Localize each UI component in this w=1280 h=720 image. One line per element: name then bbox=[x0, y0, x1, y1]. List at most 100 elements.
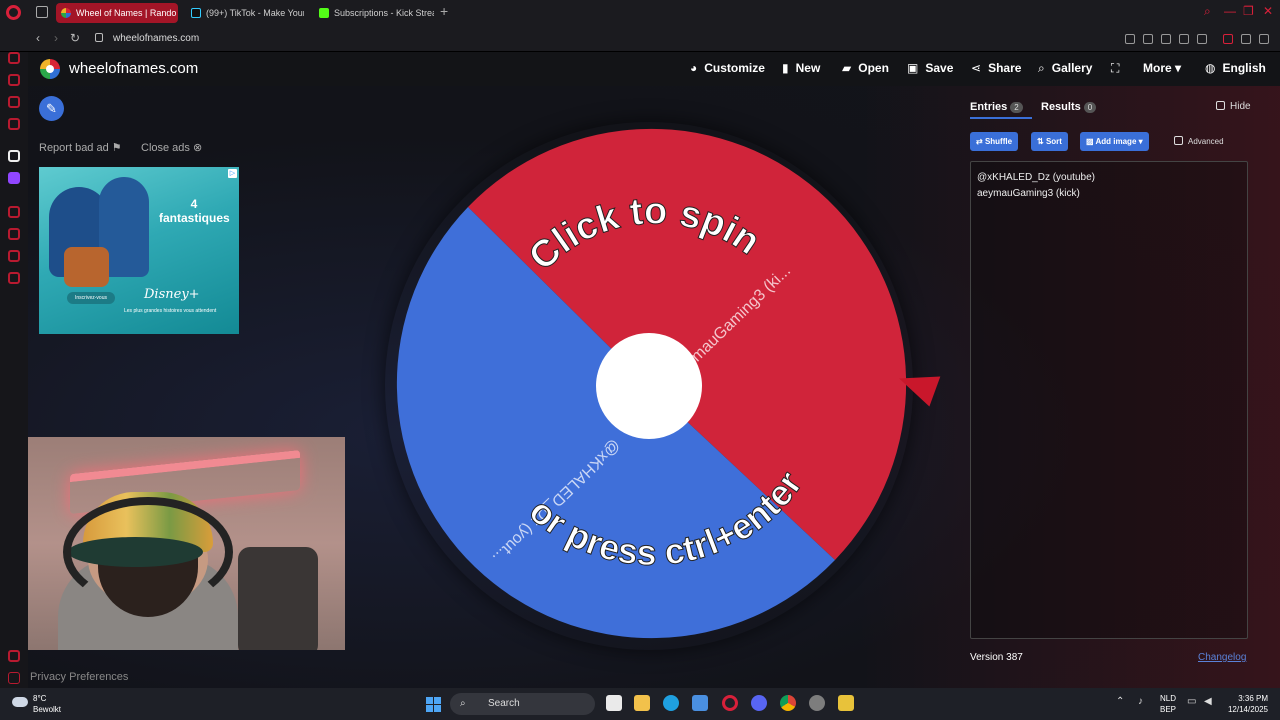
report-ad-link[interactable]: Report bad ad ⚑ bbox=[39, 141, 122, 154]
store-icon[interactable] bbox=[692, 695, 708, 711]
chrome-icon[interactable] bbox=[780, 695, 796, 711]
language-code: NLD bbox=[1159, 694, 1176, 703]
wheel-favicon-icon bbox=[61, 8, 71, 18]
tab-tiktok[interactable]: (99+) TikTok - Make Your bbox=[186, 3, 304, 23]
windows-taskbar: 8°C Bewolkt ⌕ Search ⌃ ♪ NLD BEP ▭ ◀ 3:36… bbox=[0, 688, 1280, 720]
maximize-icon[interactable]: ❐ bbox=[1243, 4, 1254, 18]
easy-setup-icon[interactable] bbox=[1259, 34, 1269, 44]
cloud-icon[interactable] bbox=[12, 697, 28, 707]
fullscreen-button[interactable]: ⛶ bbox=[1111, 61, 1126, 76]
back-icon[interactable]: ‹ bbox=[36, 31, 40, 45]
advertisement-banner[interactable]: 4 fantastiques Inscrivez-vous Disney+ Le… bbox=[39, 167, 239, 334]
advanced-checkbox[interactable]: Advanced bbox=[1174, 136, 1224, 146]
ad-choices-icon[interactable]: ▷ bbox=[228, 169, 237, 178]
reload-icon[interactable]: ↻ bbox=[70, 31, 80, 45]
tray-chevron-icon[interactable]: ⌃ bbox=[1116, 696, 1124, 707]
tab-kick[interactable]: Subscriptions - Kick Strea bbox=[314, 3, 434, 23]
more-button[interactable]: More ▾ bbox=[1143, 61, 1181, 75]
caret-down-icon: ▾ bbox=[1175, 61, 1182, 75]
gallery-button[interactable]: ⌕ Gallery bbox=[1038, 61, 1092, 76]
app-icon[interactable] bbox=[838, 695, 854, 711]
wheel-shadow bbox=[385, 122, 913, 650]
heart-icon[interactable] bbox=[1197, 34, 1207, 44]
forward-icon[interactable]: › bbox=[54, 31, 58, 45]
privacy-preferences-link[interactable]: Privacy Preferences bbox=[30, 671, 128, 683]
opera-logo-icon[interactable] bbox=[6, 5, 21, 20]
globe-icon: ◍ bbox=[1205, 61, 1216, 75]
flag-icon: ⚑ bbox=[111, 142, 122, 154]
extensions-icon[interactable] bbox=[8, 250, 20, 262]
hide-checkbox[interactable]: Hide bbox=[1216, 101, 1251, 112]
taskbar-search[interactable]: ⌕ Search bbox=[450, 693, 595, 715]
tab-results[interactable]: Results 0 bbox=[1041, 101, 1097, 113]
results-tab-label: Results bbox=[1041, 101, 1081, 113]
downloads-icon[interactable] bbox=[1241, 34, 1251, 44]
task-view-icon[interactable] bbox=[606, 695, 622, 711]
close-window-icon[interactable]: ✕ bbox=[1263, 4, 1273, 18]
windows-start-icon[interactable] bbox=[426, 697, 441, 712]
entry-line: aeymauGaming3 (kick) bbox=[977, 188, 1080, 199]
display-icon[interactable]: ▭ bbox=[1187, 696, 1196, 707]
bookmark-icon[interactable] bbox=[1125, 34, 1135, 44]
lock-icon bbox=[95, 33, 103, 42]
new-tab-icon[interactable]: + bbox=[440, 3, 448, 19]
tab-wheel-of-names[interactable]: Wheel of Names | Rando bbox=[56, 3, 178, 23]
search-tabs-icon[interactable]: ⌕ bbox=[1204, 4, 1211, 19]
obs-icon[interactable] bbox=[809, 695, 825, 711]
edge-icon[interactable] bbox=[663, 695, 679, 711]
entries-textarea[interactable]: @xKHALED_Dz (youtube) aeymauGaming3 (kic… bbox=[970, 161, 1248, 639]
tab-menu-icon[interactable] bbox=[36, 6, 48, 18]
input-language[interactable]: NLD BEP bbox=[1156, 693, 1180, 715]
gmail-icon[interactable] bbox=[8, 118, 20, 130]
new-button[interactable]: ▮ New bbox=[782, 61, 820, 75]
shuffle-button[interactable]: ⇄ Shuffle bbox=[970, 132, 1019, 151]
language-button[interactable]: ◍ English bbox=[1205, 61, 1266, 75]
volume-icon[interactable]: ◀ bbox=[1204, 696, 1212, 707]
tab-entries[interactable]: Entries 2 bbox=[970, 101, 1023, 113]
weather-widget[interactable]: 8°C Bewolkt bbox=[33, 693, 61, 715]
tiktok-favicon-icon bbox=[191, 8, 201, 18]
add-image-button[interactable]: ▨ Add image ▾ bbox=[1080, 132, 1149, 151]
sort-button[interactable]: ⇅ Sort bbox=[1031, 132, 1068, 151]
profile-icon[interactable] bbox=[1223, 34, 1233, 44]
taskbar-clock[interactable]: 3:36 PM 12/14/2025 bbox=[1224, 693, 1268, 715]
share-button[interactable]: ⋖ Share bbox=[971, 61, 1021, 75]
edit-pencil-button[interactable]: ✎ bbox=[39, 96, 64, 121]
checkbox-icon bbox=[1174, 136, 1183, 145]
active-tab-indicator bbox=[970, 117, 1032, 119]
crypto-wallet-icon[interactable] bbox=[8, 74, 20, 86]
spin-wheel[interactable]: aeymauGaming3 (ki... @xKHALED_Dz (yout..… bbox=[385, 122, 913, 650]
url-field[interactable]: wheelofnames.com bbox=[113, 33, 199, 44]
aria-icon[interactable] bbox=[8, 52, 20, 64]
history-icon[interactable] bbox=[8, 228, 20, 240]
wheel-logo-icon[interactable] bbox=[40, 59, 60, 79]
tab-title: (99+) TikTok - Make Your bbox=[206, 8, 304, 18]
site-header: wheelofnames.com ◕ Customize ▮ New ▰ Open ▣… bbox=[28, 52, 1280, 86]
close-ads-link[interactable]: Close ads ⊗ bbox=[141, 141, 202, 154]
customize-button[interactable]: ◕ Customize bbox=[690, 61, 765, 75]
microphone-icon[interactable]: ♪ bbox=[1138, 696, 1143, 707]
file-explorer-icon[interactable] bbox=[634, 695, 650, 711]
settings-icon[interactable] bbox=[8, 272, 20, 284]
clock-date: 12/14/2025 bbox=[1227, 705, 1268, 714]
gx-icon[interactable] bbox=[8, 650, 20, 662]
ad-signup-button[interactable]: Inscrivez-vous bbox=[67, 292, 115, 304]
discord-icon[interactable] bbox=[751, 695, 767, 711]
kick-sidebar-icon[interactable] bbox=[8, 150, 20, 162]
save-button[interactable]: ▣ Save bbox=[907, 61, 953, 75]
player-icon[interactable] bbox=[1179, 34, 1189, 44]
open-button[interactable]: ▰ Open bbox=[842, 61, 889, 75]
sort-icon: ⇅ bbox=[1037, 137, 1044, 146]
twitch-icon[interactable] bbox=[8, 172, 20, 184]
messenger-icon[interactable] bbox=[8, 96, 20, 108]
vpn-icon[interactable] bbox=[1161, 34, 1171, 44]
checkbox-icon bbox=[1216, 101, 1225, 110]
brand-title[interactable]: wheelofnames.com bbox=[69, 60, 198, 77]
minimize-icon[interactable]: — bbox=[1224, 4, 1236, 18]
snapshot-icon[interactable] bbox=[1143, 34, 1153, 44]
opera-gx-icon[interactable] bbox=[722, 695, 738, 711]
player-sidebar-icon[interactable] bbox=[8, 206, 20, 218]
more-sidebar-icon[interactable] bbox=[8, 672, 20, 684]
changelog-link[interactable]: Changelog bbox=[1198, 652, 1246, 663]
tab-title: Wheel of Names | Rando bbox=[76, 8, 177, 18]
